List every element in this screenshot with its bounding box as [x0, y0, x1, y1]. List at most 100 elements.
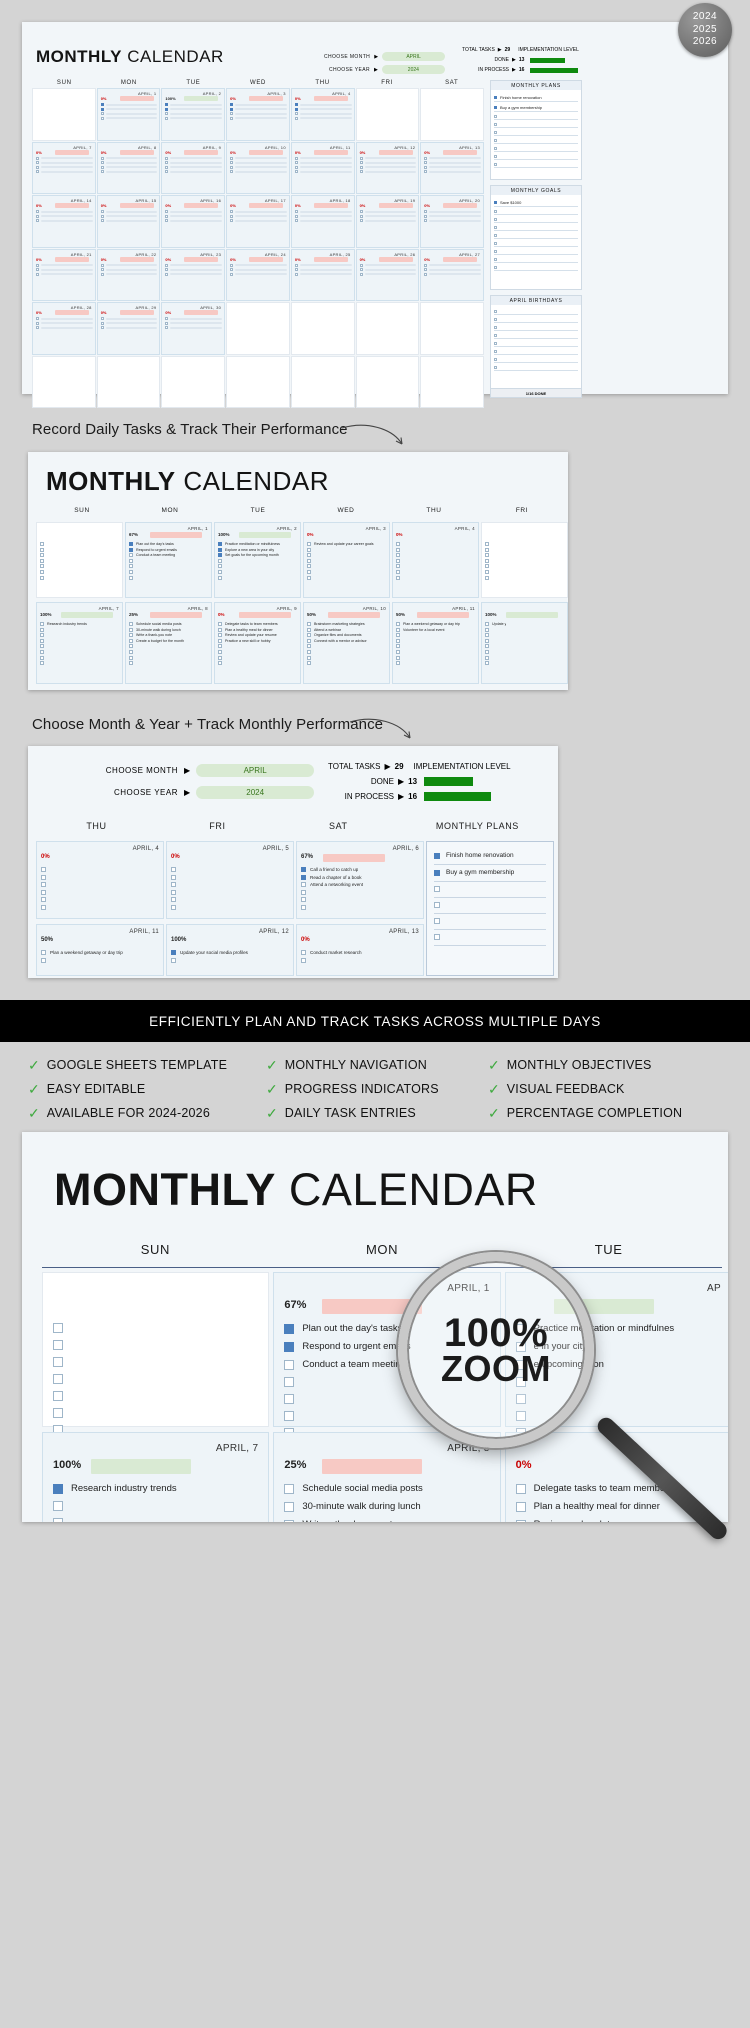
- task-row[interactable]: [171, 882, 289, 887]
- task-row[interactable]: [230, 161, 287, 164]
- task-checkbox[interactable]: [41, 874, 46, 880]
- side-list-item[interactable]: [494, 231, 578, 239]
- task-checkbox[interactable]: [165, 214, 169, 218]
- task-checkbox[interactable]: [165, 156, 169, 160]
- task-checkbox[interactable]: [53, 1340, 63, 1350]
- task-row[interactable]: [165, 321, 223, 325]
- task-row[interactable]: [485, 547, 564, 552]
- task-checkbox[interactable]: [165, 263, 169, 267]
- task-checkbox[interactable]: [36, 272, 39, 276]
- calendar-day-cell[interactable]: APRIL, 3 0%: [226, 88, 290, 141]
- side-list-item[interactable]: [494, 120, 578, 128]
- task-row[interactable]: [165, 214, 223, 218]
- task-checkbox[interactable]: [129, 564, 133, 569]
- side-item-checkbox[interactable]: [494, 365, 497, 369]
- task-row[interactable]: [129, 644, 208, 649]
- task-row[interactable]: [40, 633, 119, 638]
- monthly-plan-checkbox[interactable]: [434, 918, 440, 924]
- task-row[interactable]: [424, 214, 481, 218]
- calendar-day-cell[interactable]: APRIL, 10 50% Brainstorm marketing strateg…: [303, 602, 390, 684]
- task-row[interactable]: [485, 553, 564, 558]
- task-checkbox[interactable]: [100, 165, 104, 169]
- task-checkbox[interactable]: [41, 867, 46, 872]
- task-checkbox[interactable]: [284, 1359, 295, 1370]
- task-checkbox[interactable]: [307, 638, 311, 643]
- calendar-day-cell[interactable]: APRIL, 7 0%: [32, 141, 96, 194]
- monthly-plan-item[interactable]: Finish home renovation: [434, 848, 546, 865]
- task-checkbox[interactable]: [515, 1501, 526, 1512]
- task-row[interactable]: [294, 161, 352, 164]
- task-row[interactable]: [41, 904, 159, 910]
- calendar-day-cell[interactable]: [355, 302, 420, 355]
- task-row[interactable]: [396, 558, 475, 563]
- task-checkbox[interactable]: [40, 575, 44, 580]
- task-row[interactable]: [294, 214, 352, 218]
- task-checkbox[interactable]: [129, 558, 133, 563]
- task-row[interactable]: [359, 156, 417, 160]
- task-row[interactable]: [307, 644, 386, 649]
- task-checkbox[interactable]: [301, 874, 306, 880]
- task-checkbox[interactable]: [41, 889, 46, 895]
- task-checkbox[interactable]: [301, 957, 306, 963]
- task-row[interactable]: [40, 569, 119, 574]
- task-row[interactable]: [218, 644, 297, 649]
- task-row[interactable]: [100, 317, 158, 320]
- task-checkbox[interactable]: [284, 1394, 295, 1404]
- task-checkbox[interactable]: [301, 867, 306, 872]
- side-list-item[interactable]: [494, 207, 578, 215]
- side-item-checkbox[interactable]: [494, 325, 497, 329]
- year-value[interactable]: 2024: [381, 65, 445, 74]
- task-row[interactable]: [36, 210, 93, 213]
- task-row[interactable]: [396, 633, 475, 638]
- side-list-item[interactable]: [494, 339, 578, 347]
- task-checkbox[interactable]: [230, 165, 234, 169]
- task-row[interactable]: [36, 317, 93, 320]
- calendar-day-cell[interactable]: APRIL, 20 0%: [420, 195, 484, 248]
- task-row[interactable]: [100, 210, 158, 213]
- task-row[interactable]: [230, 103, 287, 106]
- task-row[interactable]: [171, 867, 289, 872]
- task-checkbox[interactable]: [218, 633, 222, 638]
- task-row[interactable]: [100, 219, 158, 222]
- task-checkbox[interactable]: [41, 904, 46, 910]
- task-row[interactable]: [485, 569, 564, 574]
- task-row[interactable]: [171, 889, 289, 895]
- task-checkbox[interactable]: [100, 317, 104, 320]
- task-checkbox[interactable]: [165, 317, 169, 320]
- task-row[interactable]: [485, 575, 564, 580]
- task-row[interactable]: [41, 882, 159, 887]
- task-checkbox[interactable]: [129, 655, 133, 660]
- calendar-day-cell[interactable]: APRIL, 4 0%: [392, 522, 479, 598]
- task-checkbox[interactable]: [129, 569, 133, 574]
- task-checkbox[interactable]: [218, 569, 222, 574]
- task-checkbox[interactable]: [294, 112, 298, 115]
- task-checkbox[interactable]: [218, 655, 222, 660]
- task-row[interactable]: [100, 161, 158, 164]
- task-checkbox[interactable]: [100, 268, 104, 271]
- calendar-day-cell[interactable]: 100% Update y: [481, 602, 568, 684]
- task-checkbox[interactable]: [165, 107, 169, 111]
- task-row[interactable]: [294, 263, 352, 267]
- year-value[interactable]: 2024: [196, 786, 315, 799]
- task-row[interactable]: [165, 112, 223, 115]
- side-list-item[interactable]: [494, 323, 578, 331]
- task-checkbox[interactable]: [307, 661, 311, 666]
- task-row[interactable]: [40, 553, 119, 558]
- task-row[interactable]: [294, 219, 352, 222]
- task-checkbox[interactable]: [359, 156, 363, 160]
- task-checkbox[interactable]: [218, 547, 222, 552]
- side-item-checkbox[interactable]: [494, 122, 497, 126]
- task-row[interactable]: Organize files and documents: [307, 633, 386, 638]
- task-checkbox[interactable]: [100, 112, 104, 115]
- task-row[interactable]: [307, 655, 386, 660]
- task-row[interactable]: [100, 112, 158, 115]
- task-checkbox[interactable]: [100, 103, 104, 106]
- task-row[interactable]: [485, 655, 564, 660]
- task-checkbox[interactable]: [218, 627, 222, 632]
- task-checkbox[interactable]: [100, 107, 104, 111]
- task-row[interactable]: [424, 268, 481, 271]
- task-row[interactable]: [129, 575, 208, 580]
- task-row[interactable]: [129, 569, 208, 574]
- calendar-day-cell[interactable]: [32, 88, 96, 141]
- task-row[interactable]: [294, 112, 352, 115]
